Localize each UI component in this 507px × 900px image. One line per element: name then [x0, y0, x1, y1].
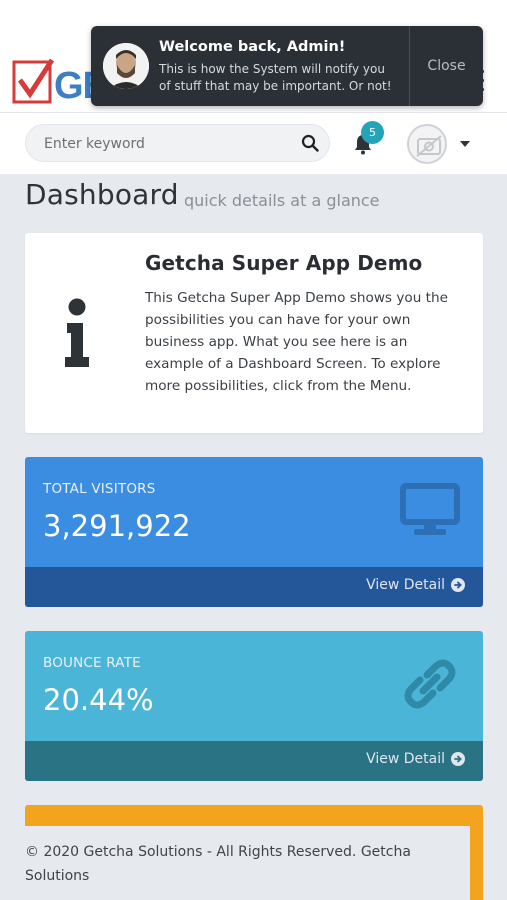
view-detail-link[interactable]: View Detail [366, 577, 465, 593]
view-detail-bar[interactable]: View Detail [25, 567, 483, 607]
view-detail-label: View Detail [366, 577, 445, 593]
welcome-notification: Welcome back, Admin! This is how the Sys… [91, 26, 483, 106]
link-icon [404, 659, 456, 709]
close-button[interactable]: Close [410, 26, 483, 106]
search-icon[interactable] [301, 134, 319, 152]
info-card-body: This Getcha Super App Demo shows you the… [145, 290, 448, 394]
info-card: Getcha Super App Demo This Getcha Super … [25, 233, 483, 433]
page-subtitle: quick details at a glance [184, 191, 380, 210]
stat-label: TOTAL VISITORS [43, 481, 156, 497]
search-box [25, 124, 330, 162]
view-detail-link[interactable]: View Detail [366, 751, 465, 767]
profile-avatar[interactable] [407, 124, 447, 164]
total-visitors-card: TOTAL VISITORS 3,291,922 View Detail [25, 457, 483, 607]
top-header [0, 112, 507, 174]
notification-title: Welcome back, Admin! [159, 39, 346, 55]
monitor-icon [400, 483, 460, 535]
info-card-title: Getcha Super App Demo [145, 251, 423, 275]
view-detail-label: View Detail [366, 751, 445, 767]
arrow-circle-right-icon [451, 578, 465, 592]
admin-avatar [103, 43, 149, 89]
copyright-text: © 2020 Getcha Solutions - All Rights Res… [25, 844, 411, 884]
bounce-rate-card: BOUNCE RATE 20.44% View Detail [25, 631, 483, 781]
chevron-down-icon[interactable] [460, 141, 470, 147]
view-detail-bar[interactable]: View Detail [25, 741, 483, 781]
stat-label: BOUNCE RATE [43, 655, 141, 671]
footer: © 2020 Getcha Solutions - All Rights Res… [0, 826, 470, 900]
stat-value: 20.44% [43, 683, 154, 717]
info-icon [65, 298, 89, 367]
stat-value: 3,291,922 [43, 509, 191, 543]
arrow-circle-right-icon [451, 752, 465, 766]
notification-badge[interactable]: 5 [361, 121, 384, 144]
page-title: Dashboard [25, 178, 179, 211]
notification-message: This is how the System will notify you o… [159, 62, 392, 93]
search-input[interactable] [44, 133, 284, 155]
